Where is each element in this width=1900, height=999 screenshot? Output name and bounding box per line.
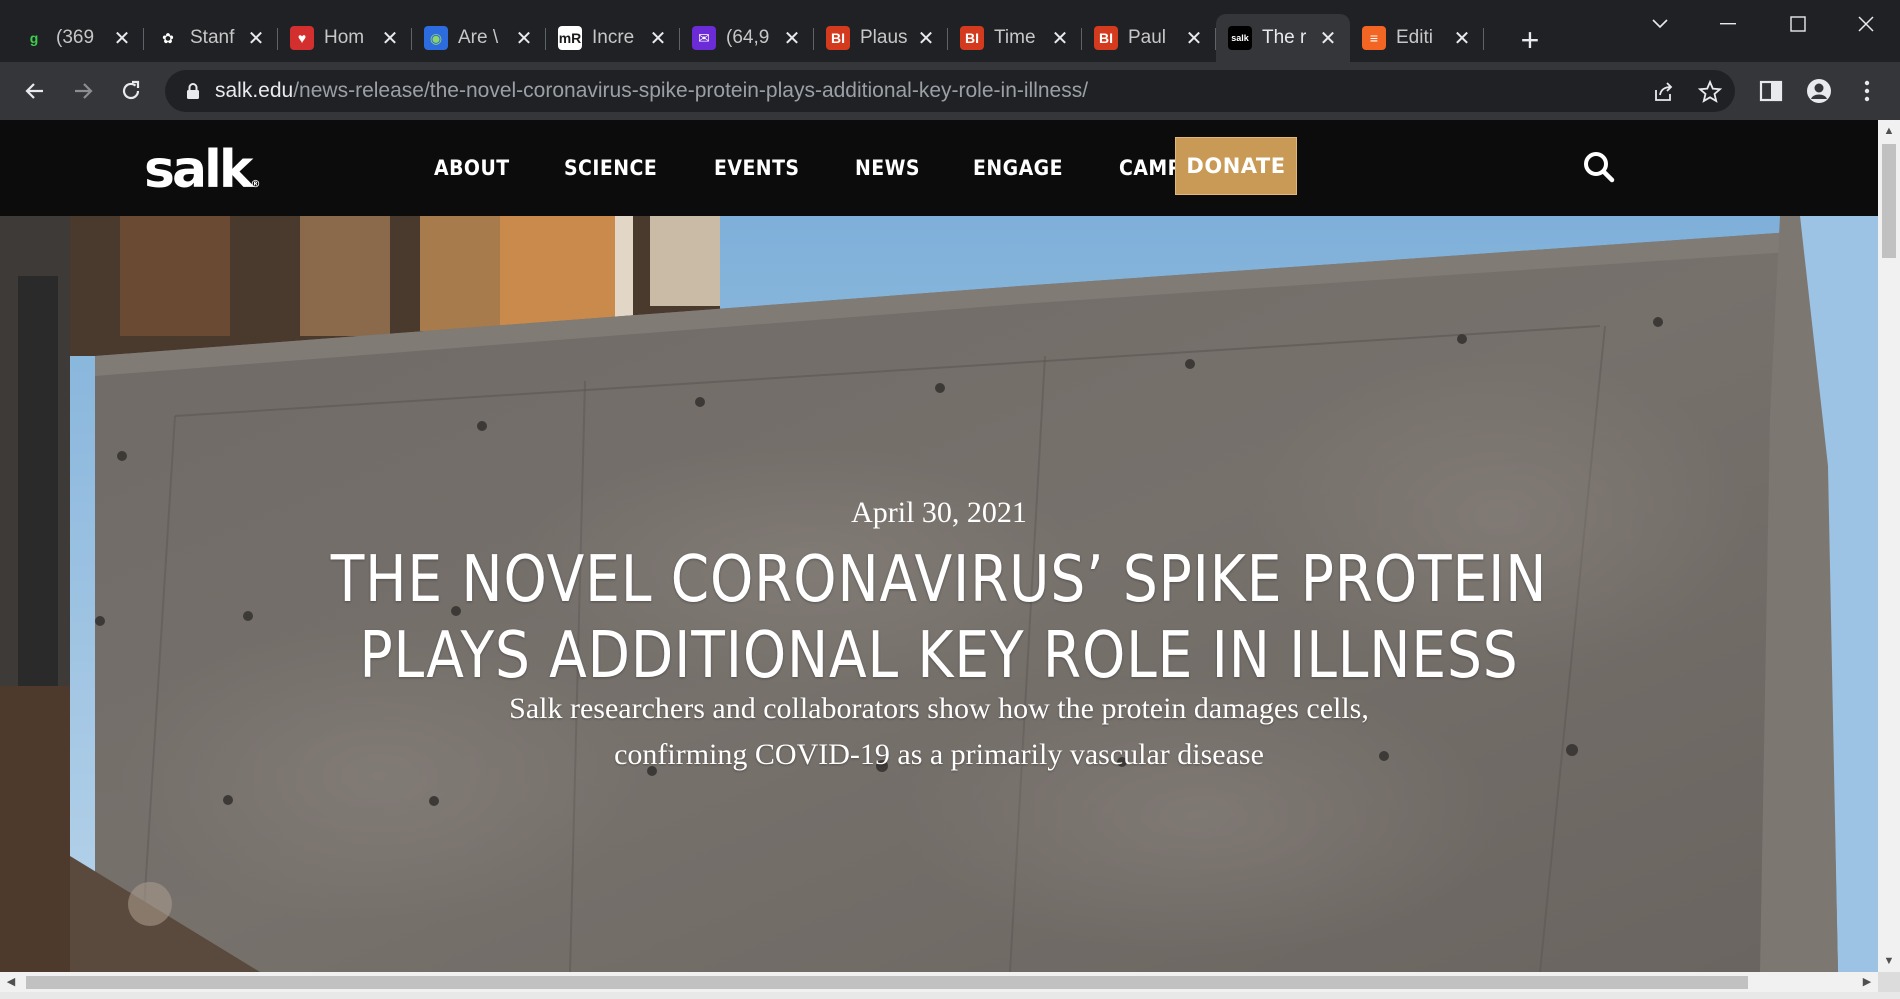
nav-link-science[interactable]: SCIENCE: [564, 156, 657, 180]
tab-title: Plaus: [860, 27, 908, 48]
tab-close-icon[interactable]: ✕: [380, 28, 400, 50]
salk-logo[interactable]: salk®: [144, 140, 260, 200]
back-arrow-icon[interactable]: [14, 70, 56, 112]
tab-title: Incre: [592, 27, 635, 48]
main-nav: ABOUTSCIENCEEVENTSNEWSENGAGECAMPAIGN: [434, 120, 1294, 216]
donate-button[interactable]: DONATE: [1175, 137, 1297, 195]
address-bar[interactable]: salk.edu/news-release/the-novel-coronavi…: [165, 70, 1735, 112]
tab-favicon-icon: BI: [826, 26, 850, 50]
search-icon[interactable]: [1582, 150, 1616, 184]
tab-favicon-icon: ◉: [424, 26, 448, 50]
nav-link-engage[interactable]: ENGAGE: [973, 156, 1063, 180]
tab-favicon-icon: ✿: [156, 26, 180, 50]
tab-close-icon[interactable]: ✕: [1050, 28, 1070, 50]
tab-close-icon[interactable]: ✕: [1184, 28, 1204, 50]
scroll-down-arrow-icon[interactable]: ▼: [1882, 954, 1896, 968]
tab-favicon-icon: ✉: [692, 26, 716, 50]
tab-close-icon[interactable]: ✕: [1318, 28, 1338, 50]
scrollbar-corner: [1878, 972, 1900, 992]
window-bottom-edge: [0, 992, 1900, 999]
article-title: THE NOVEL CORONAVIRUS’ SPIKE PROTEIN PLA…: [330, 543, 1548, 693]
maximize-icon[interactable]: [1770, 8, 1826, 40]
tab-title: Paul: [1128, 27, 1167, 48]
tab-title: Stanf: [190, 27, 235, 48]
nav-link-events[interactable]: EVENTS: [714, 156, 799, 180]
tab-close-icon[interactable]: ✕: [246, 28, 266, 50]
tab-close-icon[interactable]: ✕: [648, 28, 668, 50]
browser-tab[interactable]: salk The r ✕: [1216, 14, 1350, 62]
tab-favicon-icon: BI: [960, 26, 984, 50]
tab-favicon-icon: ≡: [1362, 26, 1386, 50]
kebab-menu-icon[interactable]: [1852, 76, 1882, 106]
tab-close-icon[interactable]: ✕: [916, 28, 936, 50]
scroll-right-arrow-icon[interactable]: ▶: [1860, 975, 1874, 989]
browser-tab[interactable]: BI Paul ✕: [1082, 14, 1216, 62]
reload-icon[interactable]: [110, 70, 152, 112]
browser-tab[interactable]: g (369 ✕: [10, 14, 144, 62]
tab-title: Editi: [1396, 27, 1433, 48]
browser-tab[interactable]: mR Incre ✕: [546, 14, 680, 62]
forward-arrow-icon[interactable]: [62, 70, 104, 112]
tab-title: Hom: [324, 27, 365, 48]
tab-favicon-icon: BI: [1094, 26, 1118, 50]
scroll-left-arrow-icon[interactable]: ◀: [4, 975, 18, 989]
tab-favicon-icon: salk: [1228, 26, 1252, 50]
hero-banner: April 30, 2021 THE NOVEL CORONAVIRUS’ SP…: [0, 216, 1878, 972]
article-date: April 30, 2021: [851, 496, 1027, 529]
bookmark-star-icon[interactable]: [1697, 79, 1723, 105]
browser-tab[interactable]: ✿ Stanf ✕: [144, 14, 278, 62]
horizontal-scrollbar[interactable]: ◀ ▶: [0, 972, 1878, 992]
browser-tab[interactable]: ◉ Are \ ✕: [412, 14, 546, 62]
page-viewport: salk® ABOUTSCIENCEEVENTSNEWSENGAGECAMPAI…: [0, 120, 1878, 972]
browser-toolbar: salk.edu/news-release/the-novel-coronavi…: [0, 62, 1900, 120]
vertical-scrollbar[interactable]: ▲ ▼: [1878, 120, 1900, 972]
nav-link-news[interactable]: NEWS: [855, 156, 920, 180]
tab-title: Are \: [458, 27, 499, 48]
tab-close-icon[interactable]: ✕: [1452, 28, 1472, 50]
lock-icon[interactable]: [183, 81, 203, 101]
nav-link-about[interactable]: ABOUT: [434, 156, 510, 180]
tab-favicon-icon: mR: [558, 26, 582, 50]
horizontal-scroll-thumb[interactable]: [26, 976, 1748, 989]
tab-title: (64,9: [726, 27, 770, 48]
url-text: salk.edu/news-release/the-novel-coronavi…: [215, 79, 1089, 102]
new-tab-button[interactable]: +: [1510, 22, 1550, 58]
side-panel-icon[interactable]: [1756, 76, 1786, 106]
tab-list: g (369 ✕ ✿ Stanf ✕ ♥ Hom ✕ ◉ Are \ ✕ mR Incre ✕ ✉ (64,9 ✕…: [10, 14, 1484, 62]
share-icon[interactable]: [1651, 79, 1677, 105]
article-subtitle: Salk researchers and collaborators show …: [509, 692, 1369, 771]
browser-tab-strip: g (369 ✕ ✿ Stanf ✕ ♥ Hom ✕ ◉ Are \ ✕ mR Incre ✕ ✉ (64,9 ✕…: [0, 0, 1900, 62]
profile-avatar-icon[interactable]: [1804, 76, 1834, 106]
tab-title: The r: [1262, 27, 1307, 48]
tab-close-icon[interactable]: ✕: [112, 28, 132, 50]
tab-title: (369: [56, 27, 95, 48]
tab-search-icon[interactable]: [1632, 8, 1688, 40]
window-close-icon[interactable]: [1838, 8, 1894, 40]
tab-title: Time: [994, 27, 1036, 48]
tab-close-icon[interactable]: ✕: [514, 28, 534, 50]
browser-tab[interactable]: BI Time ✕: [948, 14, 1082, 62]
browser-tab[interactable]: BI Plaus ✕: [814, 14, 948, 62]
browser-tab[interactable]: ✉ (64,9 ✕: [680, 14, 814, 62]
site-header: salk® ABOUTSCIENCEEVENTSNEWSENGAGECAMPAI…: [0, 120, 1878, 216]
scroll-up-arrow-icon[interactable]: ▲: [1882, 124, 1896, 138]
tab-favicon-icon: g: [22, 26, 46, 50]
browser-tab[interactable]: ♥ Hom ✕: [278, 14, 412, 62]
tab-close-icon[interactable]: ✕: [782, 28, 802, 50]
tab-favicon-icon: ♥: [290, 26, 314, 50]
browser-tab[interactable]: ≡ Editi ✕: [1350, 14, 1484, 62]
vertical-scroll-thumb[interactable]: [1882, 144, 1896, 258]
minimize-icon[interactable]: [1700, 8, 1756, 40]
